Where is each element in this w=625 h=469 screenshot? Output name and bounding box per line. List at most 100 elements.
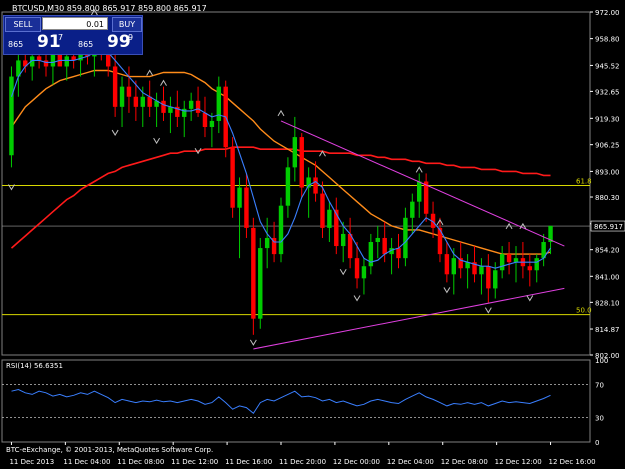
x-tick-label: 12 Dec 00:00 [333,458,380,466]
candle-body [230,147,235,208]
rsi-plot: RSI(14) 56.6351 [1,359,591,443]
rsi-line [11,388,551,415]
bid-quote[interactable]: 865 91 7 [6,32,72,53]
chart-canvas[interactable]: 61.8 50.0 RSI(14) 56.6351 BTCUSD,M30 859.… [0,0,625,469]
fractal-up [146,69,154,76]
candle-body [202,112,208,128]
current-price-label: 865.917 [594,223,623,231]
rsi-label: RSI(14) 56.6351 [6,362,63,370]
candle-body [444,254,450,275]
y-tick-label: 919.30 [595,115,620,123]
y-tick-label: 880.30 [595,194,620,202]
y-tick-label: 893.00 [595,168,620,176]
candle-body [285,167,291,206]
candle-body [119,86,125,107]
candle-body [506,254,512,263]
candle-body [126,86,132,97]
candle-body [513,258,519,263]
copyright-text: BTC-eExchange, © 2001-2013, MetaQuotes S… [6,446,213,454]
candle-body [64,56,69,67]
fractal-up [160,79,167,86]
fractal-down [249,339,257,346]
candle-body [112,66,118,107]
candle-body [534,258,539,271]
x-tick-label: 11 Dec 20:00 [279,458,326,466]
y-tick-label: 945.52 [595,62,620,70]
y-tick-label: 828.10 [595,299,620,307]
y-tick-label: 841.00 [595,273,620,281]
candle-body [244,187,249,228]
candle-body [451,258,456,275]
buy-button[interactable]: BUY [112,17,142,32]
candle-body [479,266,484,275]
fractal-down [484,307,492,314]
price-axis: 972.00 958.80 945.52 932.65 919.30 906.25 893.… [590,9,625,447]
candle-body [237,187,242,208]
candle-body [499,254,505,271]
x-tick-label: 12 Dec 08:00 [441,458,488,466]
x-tick-label: 11 Dec 12:00 [171,458,218,466]
one-click-trading-panel: SELL 0.01 BUY 865 91 7 865 99 9 [3,15,143,55]
y-tick-label: 972.00 [595,9,620,17]
x-tick-label: 12 Dec 12:00 [495,458,542,466]
candle-body [251,227,256,319]
candle-body [417,181,422,202]
y-tick-label: 932.65 [595,88,620,96]
sell-button[interactable]: SELL [5,17,41,32]
fractal-down [443,287,451,294]
candle-body [361,266,367,279]
chart-title: BTCUSD,M30 859.800 865.917 859.800 865.9… [12,4,207,13]
ask-quote[interactable]: 865 99 9 [76,32,142,53]
trendline [253,287,565,350]
main-plot: 61.8 50.0 [1,9,592,356]
fractal-down [153,137,161,145]
candle-body [299,137,304,188]
candle-body [486,266,491,289]
candle-body [278,205,284,255]
candle-body [147,96,152,107]
candle-body [161,100,166,113]
rsi-tick-label: 30 [595,414,604,422]
bid-sup: 7 [58,33,64,42]
candle-body [354,258,360,279]
fractal-up [277,109,285,117]
x-tick-label: 12 Dec 16:00 [549,458,596,466]
x-tick-label: 11 Dec 04:00 [63,458,110,466]
candle-body [36,56,42,61]
y-tick-label: 958.80 [595,36,620,44]
candle-body [313,177,318,194]
y-tick-label: 906.25 [595,142,620,150]
candle-body [493,270,498,289]
fibo-label: 61.8 [576,178,592,186]
fractal-down [526,295,534,302]
ask-small: 865 [78,40,94,49]
candle-body [209,120,215,128]
candle-body [382,237,387,255]
rsi-tick-label: 70 [595,382,604,390]
candle-body [327,209,332,228]
fractal-down [339,269,347,276]
candle-body [264,237,270,249]
candle-body [258,248,263,319]
ask-sup: 9 [128,33,134,42]
candle-body [423,181,429,214]
x-tick-label: 11 Dec 16:00 [225,458,272,466]
candle-body [292,137,298,168]
fractal-up [505,222,513,230]
candle-body [188,100,194,109]
x-tick-label: 11 Dec 2013 [9,458,54,466]
rsi-tick-label: 100 [595,357,608,365]
x-tick-label: 11 Dec 08:00 [117,458,164,466]
y-tick-label: 854.20 [595,247,620,255]
candle-body [133,96,139,107]
candle-body [334,209,339,247]
fractal-down [111,129,119,137]
candle-body [340,233,346,247]
candle-body [527,266,533,271]
candle-body [320,193,325,228]
x-tick-label: 12 Dec 04:00 [387,458,434,466]
candle-body [195,100,201,113]
y-tick-label: 814.87 [595,326,620,334]
lot-size-input[interactable]: 0.01 [42,17,108,30]
candle-body [396,248,401,259]
